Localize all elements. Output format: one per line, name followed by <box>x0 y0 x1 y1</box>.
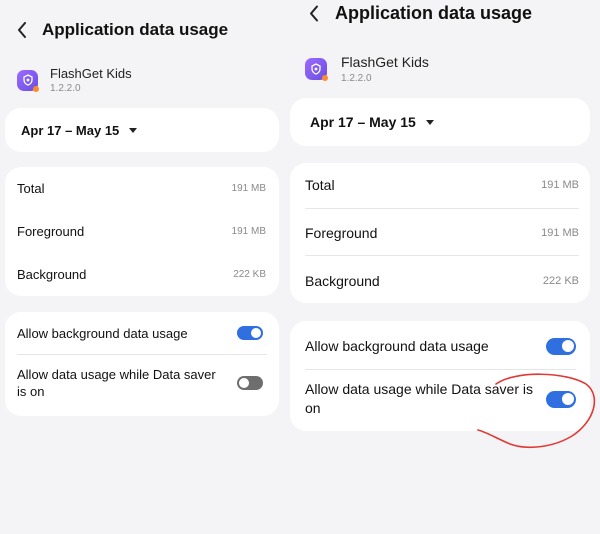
divider <box>305 369 576 370</box>
settings-card: Allow background data usage Allow data u… <box>5 312 279 416</box>
divider <box>17 354 267 355</box>
back-button[interactable] <box>306 4 322 24</box>
usage-row-background: Background 222 KB <box>5 263 279 285</box>
chevron-left-icon <box>18 22 26 38</box>
app-info: FlashGet Kids 1.2.2.0 <box>17 66 132 94</box>
background-data-toggle[interactable] <box>237 326 263 340</box>
setting-background-data[interactable]: Allow background data usage <box>290 335 590 357</box>
data-saver-toggle[interactable] <box>546 390 576 408</box>
app-name: FlashGet Kids <box>341 54 429 70</box>
setting-label: Allow data usage while Data saver is on <box>305 381 534 416</box>
setting-background-data[interactable]: Allow background data usage <box>5 322 279 344</box>
usage-value: 191 MB <box>231 225 266 237</box>
date-range-label: Apr 17 – May 15 <box>21 122 120 138</box>
caret-down-icon <box>425 119 434 125</box>
usage-label: Background <box>305 273 380 289</box>
usage-value: 191 MB <box>541 227 579 239</box>
usage-value: 191 MB <box>541 179 579 191</box>
chevron-left-icon <box>310 5 318 22</box>
usage-label: Total <box>305 177 335 193</box>
setting-data-saver[interactable]: Allow data usage while Data saver is on <box>290 379 590 419</box>
caret-down-icon <box>129 127 138 133</box>
usage-label: Foreground <box>17 223 85 239</box>
page-title: Application data usage <box>42 20 229 39</box>
usage-row-background: Background 222 KB <box>290 270 590 292</box>
header: Application data usage <box>14 20 228 40</box>
divider <box>305 255 579 256</box>
flashget-kids-app-icon <box>17 69 39 92</box>
back-button[interactable] <box>14 20 30 40</box>
usage-card: Total 191 MB Foreground 191 MB Backgroun… <box>290 163 590 303</box>
date-range-label: Apr 17 – May 15 <box>310 114 416 130</box>
setting-data-saver[interactable]: Allow data usage while Data saver is on <box>5 364 279 402</box>
flashget-kids-app-icon <box>305 58 328 81</box>
comparison-screenshot: Application data usage FlashGet Kids 1.2… <box>0 0 600 534</box>
divider <box>305 208 579 209</box>
right-screen: Application data usage FlashGet Kids 1.2… <box>280 0 600 534</box>
usage-label: Background <box>17 266 87 282</box>
background-data-toggle[interactable] <box>546 337 576 355</box>
settings-card: Allow background data usage Allow data u… <box>290 321 590 431</box>
setting-label: Allow background data usage <box>17 325 188 341</box>
date-range-dropdown[interactable]: Apr 17 – May 15 <box>5 108 279 152</box>
setting-label: Allow background data usage <box>305 338 489 354</box>
usage-value: 222 KB <box>542 275 579 287</box>
app-version: 1.2.2.0 <box>50 83 81 94</box>
app-info: FlashGet Kids 1.2.2.0 <box>305 54 429 84</box>
app-name: FlashGet Kids <box>50 66 132 81</box>
usage-label: Foreground <box>305 225 378 241</box>
usage-label: Total <box>17 180 45 196</box>
date-range-dropdown[interactable]: Apr 17 – May 15 <box>290 98 590 146</box>
left-screen: Application data usage FlashGet Kids 1.2… <box>0 0 290 534</box>
usage-value: 222 KB <box>233 268 266 280</box>
page-title: Application data usage <box>335 3 533 23</box>
usage-card: Total 191 MB Foreground 191 MB Backgroun… <box>5 167 279 296</box>
usage-value: 191 MB <box>231 182 266 194</box>
usage-row-foreground: Foreground 191 MB <box>5 220 279 242</box>
usage-row-foreground: Foreground 191 MB <box>290 222 590 244</box>
data-saver-toggle[interactable] <box>237 376 263 390</box>
app-version: 1.2.2.0 <box>341 73 372 84</box>
setting-label: Allow data usage while Data saver is on <box>17 367 216 399</box>
header: Application data usage <box>306 3 532 24</box>
usage-row-total: Total 191 MB <box>5 177 279 199</box>
usage-row-total: Total 191 MB <box>290 174 590 196</box>
